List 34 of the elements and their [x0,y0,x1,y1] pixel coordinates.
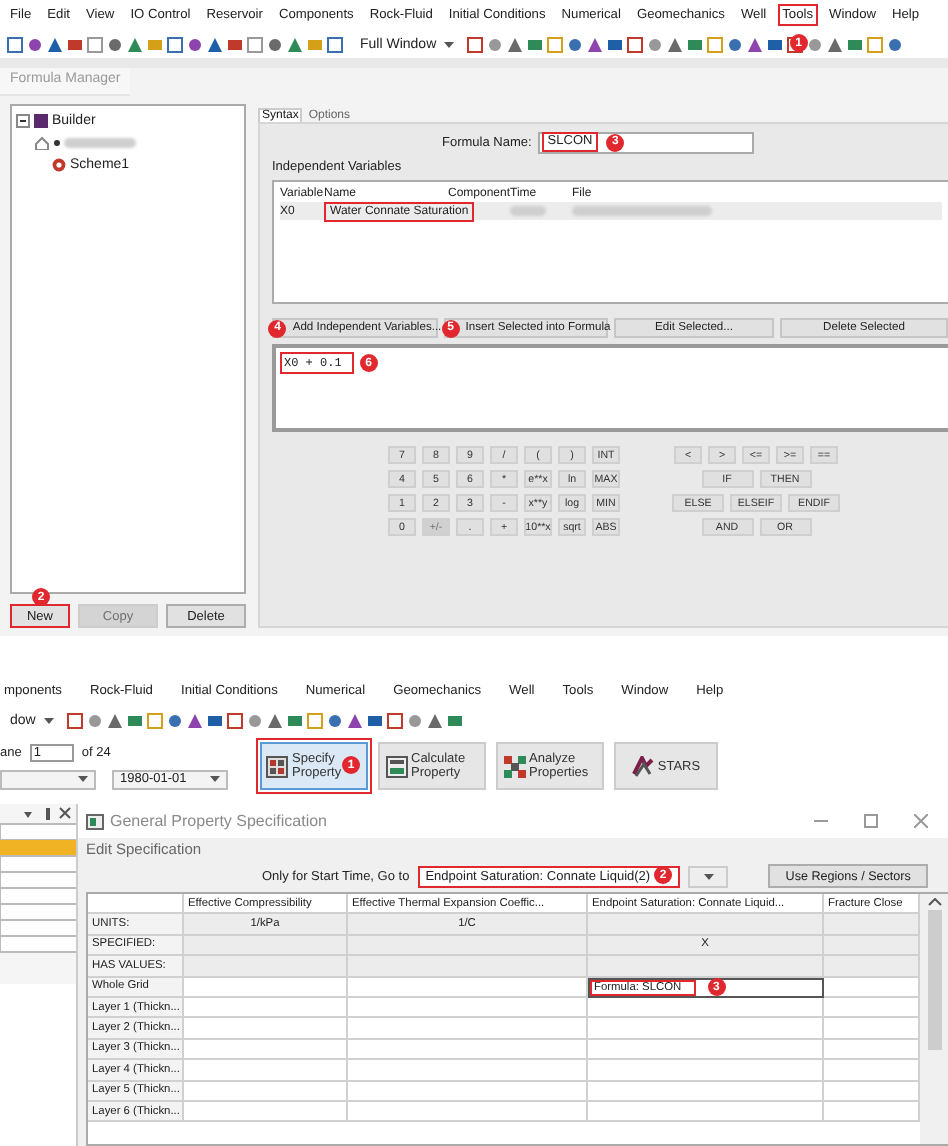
house-icon [34,136,50,150]
window-icon [86,813,104,829]
caret-icon [78,776,88,782]
grid-icon [266,755,288,777]
table-cell [824,1039,920,1061]
table-cell [824,1060,920,1082]
caret-icon [444,41,455,47]
table-cell [824,1081,920,1102]
table-cell [824,914,920,936]
collapse-icon[interactable] [16,114,30,128]
table-cell [824,977,920,998]
maximize-icon[interactable] [864,814,878,828]
record-icon [52,158,66,172]
caret-icon [210,776,220,782]
calculator-icon [385,755,407,777]
squares-icon [503,755,525,777]
scroll-up-icon[interactable] [927,898,941,906]
minimize-icon[interactable] [814,814,828,828]
scrollbar[interactable] [920,894,948,1144]
blurred-text [64,138,136,148]
dropdown-button[interactable] [688,865,729,887]
table-cell [824,1018,920,1040]
table-cell [824,935,920,957]
window-title: General Property Specification [110,812,329,830]
dot-icon [54,140,60,146]
caret-icon [43,717,54,723]
folder-icon [34,114,48,128]
caret-icon [703,873,714,879]
stripes-icon [631,755,654,777]
close-icon[interactable] [914,814,928,828]
table-cell [824,997,920,1019]
table-cell [824,956,920,978]
dropdown[interactable] [0,769,96,789]
table-cell [824,1101,920,1123]
